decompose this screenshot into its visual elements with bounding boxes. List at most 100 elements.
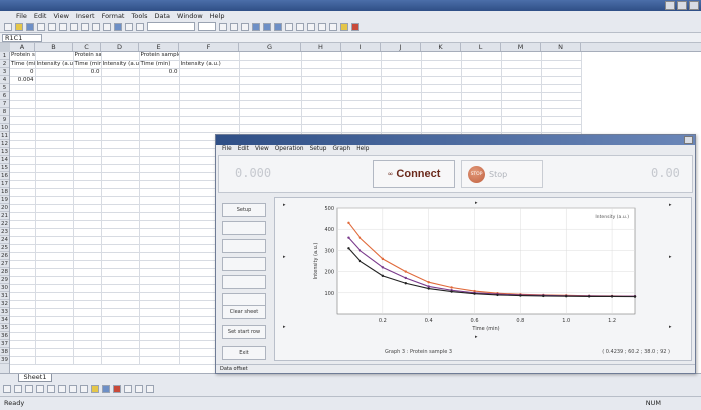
table-cell[interactable] (301, 68, 342, 77)
table-cell[interactable] (73, 324, 102, 333)
table-cell[interactable] (179, 68, 240, 77)
percent-icon[interactable] (307, 22, 315, 31)
table-cell[interactable] (73, 164, 102, 173)
col-header[interactable]: L (461, 43, 501, 51)
close-icon[interactable] (684, 136, 693, 144)
table-cell[interactable] (73, 236, 102, 245)
line-color-icon[interactable] (102, 385, 110, 393)
row-header[interactable]: 9 (0, 116, 9, 124)
row-header[interactable]: 8 (0, 108, 9, 116)
table-cell[interactable] (139, 156, 180, 165)
table-cell[interactable] (10, 196, 36, 205)
dialog-menu-view[interactable]: View (255, 145, 269, 154)
table-cell[interactable] (101, 308, 140, 317)
draw-menu-icon[interactable] (3, 385, 11, 393)
table-cell[interactable] (139, 236, 180, 245)
table-cell[interactable] (541, 124, 582, 133)
table-cell[interactable] (239, 116, 302, 125)
table-cell[interactable] (101, 68, 140, 77)
table-cell[interactable] (10, 324, 36, 333)
table-cell[interactable] (35, 348, 74, 357)
table-cell[interactable] (239, 84, 302, 93)
col-header[interactable]: A (10, 43, 35, 51)
row-header[interactable]: 6 (0, 92, 9, 100)
table-cell[interactable] (10, 228, 36, 237)
table-cell[interactable] (35, 324, 74, 333)
table-cell[interactable] (541, 92, 582, 101)
preview-icon[interactable] (48, 22, 56, 31)
table-cell[interactable] (421, 92, 462, 101)
table-cell[interactable] (101, 76, 140, 85)
sum-icon[interactable] (114, 22, 122, 31)
oval-icon[interactable] (69, 385, 77, 393)
row-header[interactable]: 16 (0, 172, 9, 180)
table-cell[interactable]: Intensity (a.u.) (179, 60, 240, 69)
table-cell[interactable] (541, 116, 582, 125)
table-cell[interactable]: 0 (10, 68, 36, 77)
side-button[interactable] (222, 239, 266, 253)
table-cell[interactable] (421, 52, 462, 61)
row-header[interactable]: 13 (0, 148, 9, 156)
dialog-menu-file[interactable]: File (222, 145, 232, 154)
open-icon[interactable] (15, 22, 23, 31)
table-cell[interactable] (101, 324, 140, 333)
table-cell[interactable] (139, 148, 180, 157)
table-cell[interactable] (35, 84, 74, 93)
table-cell[interactable] (101, 340, 140, 349)
table-cell[interactable] (139, 84, 180, 93)
table-cell[interactable] (35, 284, 74, 293)
table-cell[interactable] (101, 332, 140, 341)
table-cell[interactable] (381, 84, 422, 93)
table-cell[interactable] (381, 108, 422, 117)
table-cell[interactable] (73, 284, 102, 293)
table-cell[interactable] (10, 156, 36, 165)
table-cell[interactable] (35, 68, 74, 77)
table-cell[interactable] (10, 356, 36, 365)
table-cell[interactable] (139, 356, 180, 365)
table-cell[interactable] (35, 76, 74, 85)
table-cell[interactable] (10, 84, 36, 93)
table-cell[interactable] (501, 84, 542, 93)
font-size-combo[interactable] (198, 22, 216, 31)
table-cell[interactable] (139, 100, 180, 109)
table-cell[interactable] (35, 276, 74, 285)
table-cell[interactable] (139, 212, 180, 221)
table-cell[interactable] (10, 164, 36, 173)
table-cell[interactable] (73, 148, 102, 157)
table-cell[interactable] (179, 52, 240, 61)
row-header[interactable]: 7 (0, 100, 9, 108)
table-cell[interactable] (73, 84, 102, 93)
table-cell[interactable] (10, 212, 36, 221)
table-cell[interactable] (381, 68, 422, 77)
minimize-icon[interactable] (665, 1, 675, 10)
table-cell[interactable]: Intensity (a.u.) (101, 60, 140, 69)
table-cell[interactable] (101, 188, 140, 197)
table-cell[interactable] (501, 68, 542, 77)
table-cell[interactable] (301, 116, 342, 125)
table-cell[interactable]: 0.004 (10, 76, 36, 85)
align-center-icon[interactable] (263, 22, 271, 31)
table-cell[interactable] (73, 260, 102, 269)
connect-button[interactable]: ∞ Connect (373, 160, 455, 188)
table-cell[interactable] (10, 108, 36, 117)
table-cell[interactable] (461, 124, 502, 133)
table-cell[interactable] (421, 100, 462, 109)
table-cell[interactable] (35, 252, 74, 261)
table-cell[interactable] (139, 132, 180, 141)
table-cell[interactable] (10, 140, 36, 149)
row-header[interactable]: 18 (0, 188, 9, 196)
table-cell[interactable] (10, 100, 36, 109)
table-cell[interactable] (35, 236, 74, 245)
table-cell[interactable] (35, 204, 74, 213)
table-cell[interactable] (101, 148, 140, 157)
table-cell[interactable] (73, 268, 102, 277)
row-header[interactable]: 33 (0, 308, 9, 316)
arrow-icon[interactable] (47, 385, 55, 393)
table-cell[interactable] (101, 132, 140, 141)
table-cell[interactable]: 0.0 (73, 68, 102, 77)
row-header[interactable]: 25 (0, 244, 9, 252)
table-cell[interactable] (239, 108, 302, 117)
menu-format[interactable]: Format (102, 11, 125, 21)
save-icon[interactable] (26, 22, 34, 31)
table-cell[interactable] (381, 52, 422, 61)
